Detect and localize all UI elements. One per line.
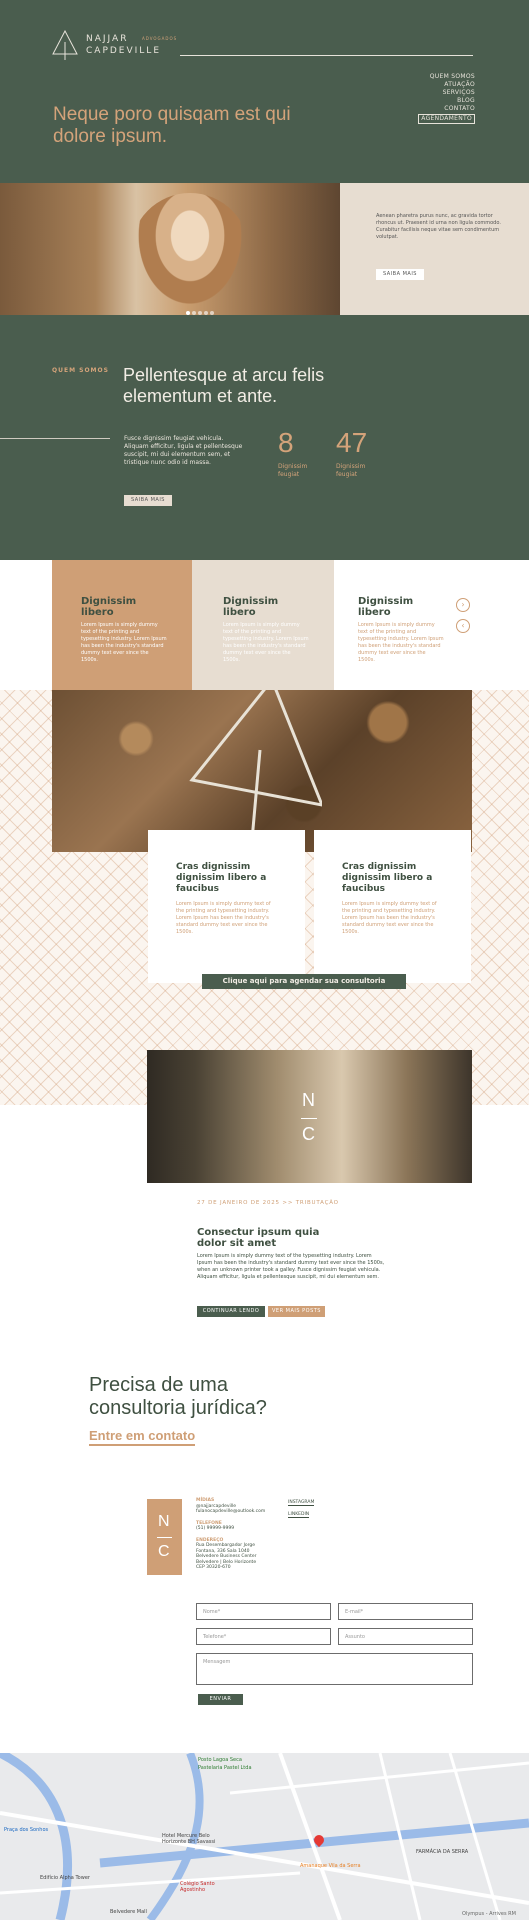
contact-logo: N C xyxy=(147,1499,182,1575)
blog-title: Consectur ipsum quia dolor sit amet xyxy=(197,1227,320,1249)
prev-arrow-button[interactable]: ‹ xyxy=(456,619,470,633)
map-label[interactable]: Pastelaria Pastel Ltda xyxy=(198,1765,258,1771)
service-1-text: Lorem Ipsum is simply dummy text of the … xyxy=(81,622,167,663)
map-footer: Olympus - Arrives RM xyxy=(462,1911,516,1917)
service-2-title: Dignissim libero xyxy=(223,596,279,618)
name-field[interactable]: Nome* xyxy=(196,1603,331,1620)
about-divider xyxy=(0,438,110,439)
service-card-2[interactable]: Dignissim libero Lorem Ipsum is simply d… xyxy=(192,560,334,690)
about-saiba-mais-button[interactable]: SAIBA MAIS xyxy=(124,495,172,506)
header-divider xyxy=(180,55,473,56)
blog-image: N C xyxy=(147,1050,472,1183)
address-line: CEP 30320-670 xyxy=(196,1565,231,1570)
map-label[interactable]: Praça dos Sonhos xyxy=(4,1827,48,1833)
continue-reading-button[interactable]: CONTINUAR LENDO xyxy=(197,1306,265,1317)
chevron-left-icon: ‹ xyxy=(461,621,465,630)
nav-atuacao[interactable]: ATUAÇÃO xyxy=(400,81,475,89)
blog-text: Lorem Ipsum is simply dummy text of the … xyxy=(197,1253,385,1280)
stat-2-label: Dignissim feugiat xyxy=(336,463,366,478)
nav-servicos[interactable]: SERVIÇOS xyxy=(400,89,475,97)
feature-1-text: Lorem Ipsum is simply dummy text of the … xyxy=(176,901,271,935)
brand-name-line2: CAPDEVILLE xyxy=(86,46,162,56)
nav-quem-somos[interactable]: QUEM SOMOS xyxy=(400,73,475,81)
hero-saiba-mais-button[interactable]: SAIBA MAIS xyxy=(376,269,424,280)
email-field[interactable]: E-mail* xyxy=(338,1603,473,1620)
schedule-consultation-button[interactable]: Clique aqui para agendar sua consultoria xyxy=(202,974,406,989)
subject-field[interactable]: Assunto xyxy=(338,1628,473,1645)
main-nav: QUEM SOMOS ATUAÇÃO SERVIÇOS BLOG CONTATO… xyxy=(400,73,475,124)
carousel-dots[interactable] xyxy=(186,300,222,315)
feature-card-1[interactable]: Cras dignissim dignissim libero a faucib… xyxy=(148,830,305,983)
map-label[interactable]: Edifício Alpha Tower xyxy=(40,1875,90,1881)
service-3-text: Lorem Ipsum is simply dummy text of the … xyxy=(358,622,444,663)
map-label[interactable]: Posto Lagoa Seca xyxy=(198,1757,242,1763)
service-card-1[interactable]: Dignissim libero Lorem Ipsum is simply d… xyxy=(52,560,192,690)
blog-meta: 27 DE JANEIRO DE 2025 >> TRIBUTAÇÃO xyxy=(197,1200,339,1206)
hero-side-panel: Aenean pharetra purus nunc, ac gravida t… xyxy=(340,183,529,315)
map-label[interactable]: Amanaque Vila da Serra xyxy=(300,1863,361,1869)
map-label[interactable]: FARMÁCIA DA SERRA xyxy=(416,1849,468,1855)
hero-image xyxy=(0,183,340,315)
about-text: Fusce dignissim feugiat vehicula. Aliqua… xyxy=(124,435,243,466)
nav-blog[interactable]: BLOG xyxy=(400,97,475,105)
contact-logo-divider xyxy=(157,1537,172,1538)
map-label[interactable]: Hotel Mercure Belo Horizonte BH Savassi xyxy=(162,1833,232,1845)
about-label: QUEM SOMOS xyxy=(52,367,109,374)
map-roads xyxy=(0,1753,529,1920)
about-title: Pellentesque at arcu felis elementum et … xyxy=(123,365,325,406)
blog-logo-c: C xyxy=(302,1124,315,1144)
contact-logo-c: C xyxy=(158,1543,170,1560)
brand-name-line1: NAJJAR xyxy=(86,34,129,44)
instagram-link[interactable]: INSTAGRAM xyxy=(288,1500,315,1506)
triangle-logo-icon xyxy=(52,30,78,60)
triangle-sculpture-icon xyxy=(189,690,322,840)
stat-1-label: Dignissim feugiat xyxy=(278,463,308,478)
stat-1-number: 8 xyxy=(278,427,294,458)
service-3-title: Dignissim libero xyxy=(358,596,414,618)
about-section: QUEM SOMOS Pellentesque at arcu felis el… xyxy=(0,315,529,560)
hero-person xyxy=(130,193,250,315)
phone-field[interactable]: Telefone* xyxy=(196,1628,331,1645)
hero-section: NAJJAR ADVOGADOS CAPDEVILLE QUEM SOMOS A… xyxy=(0,0,529,183)
map-label[interactable]: Colégio Santo Agostinho xyxy=(180,1881,240,1893)
more-posts-button[interactable]: VER MAIS POSTS xyxy=(268,1306,325,1317)
phone-number[interactable]: (51) 99999-9999 xyxy=(196,1526,286,1532)
hero-side-text: Aenean pharetra purus nunc, ac gravida t… xyxy=(376,213,501,240)
blog-logo-divider xyxy=(301,1118,317,1119)
media-email[interactable]: fulanocapdeville@outlook.com xyxy=(196,1509,286,1515)
chevron-right-icon: › xyxy=(461,600,465,609)
service-1-title: Dignissim libero xyxy=(81,596,137,618)
next-arrow-button[interactable]: › xyxy=(456,598,470,612)
texture-image xyxy=(52,690,472,852)
message-field[interactable]: Mensagem xyxy=(196,1653,473,1685)
feature-1-title: Cras dignissim dignissim libero a faucib… xyxy=(176,862,267,894)
contact-logo-n: N xyxy=(158,1513,170,1530)
consult-title: Precisa de uma consultoria jurídica? xyxy=(89,1374,267,1419)
feature-2-title: Cras dignissim dignissim libero a faucib… xyxy=(342,862,433,894)
nav-agendamento-button[interactable]: AGENDAMENTO xyxy=(418,114,475,124)
contact-info: MÍDIAS @najjarcapdeville fulanocapdevill… xyxy=(196,1498,286,1571)
contact-link[interactable]: Entre em contato xyxy=(89,1428,196,1446)
service-2-text: Lorem Ipsum is simply dummy text of the … xyxy=(223,622,309,663)
blog-logo-n: N xyxy=(302,1090,315,1110)
stat-2-number: 47 xyxy=(336,427,368,458)
brand-logo[interactable]: NAJJAR ADVOGADOS CAPDEVILLE xyxy=(52,30,192,62)
hero-headline: Neque poro quisqam est qui dolore ipsum. xyxy=(53,104,291,147)
nav-contato[interactable]: CONTATO xyxy=(400,105,475,113)
map-label[interactable]: Belvedere Mall xyxy=(110,1909,147,1915)
map[interactable]: Posto Lagoa Seca Pastelaria Pastel Ltda … xyxy=(0,1753,529,1920)
linkedin-link[interactable]: LINKEDIN xyxy=(288,1512,310,1518)
send-button[interactable]: ENVIAR xyxy=(198,1694,243,1705)
service-card-3[interactable]: Dignissim libero Lorem Ipsum is simply d… xyxy=(334,560,529,690)
feature-2-text: Lorem Ipsum is simply dummy text of the … xyxy=(342,901,437,935)
feature-card-2[interactable]: Cras dignissim dignissim libero a faucib… xyxy=(314,830,471,983)
brand-tagline: ADVOGADOS xyxy=(142,36,178,41)
